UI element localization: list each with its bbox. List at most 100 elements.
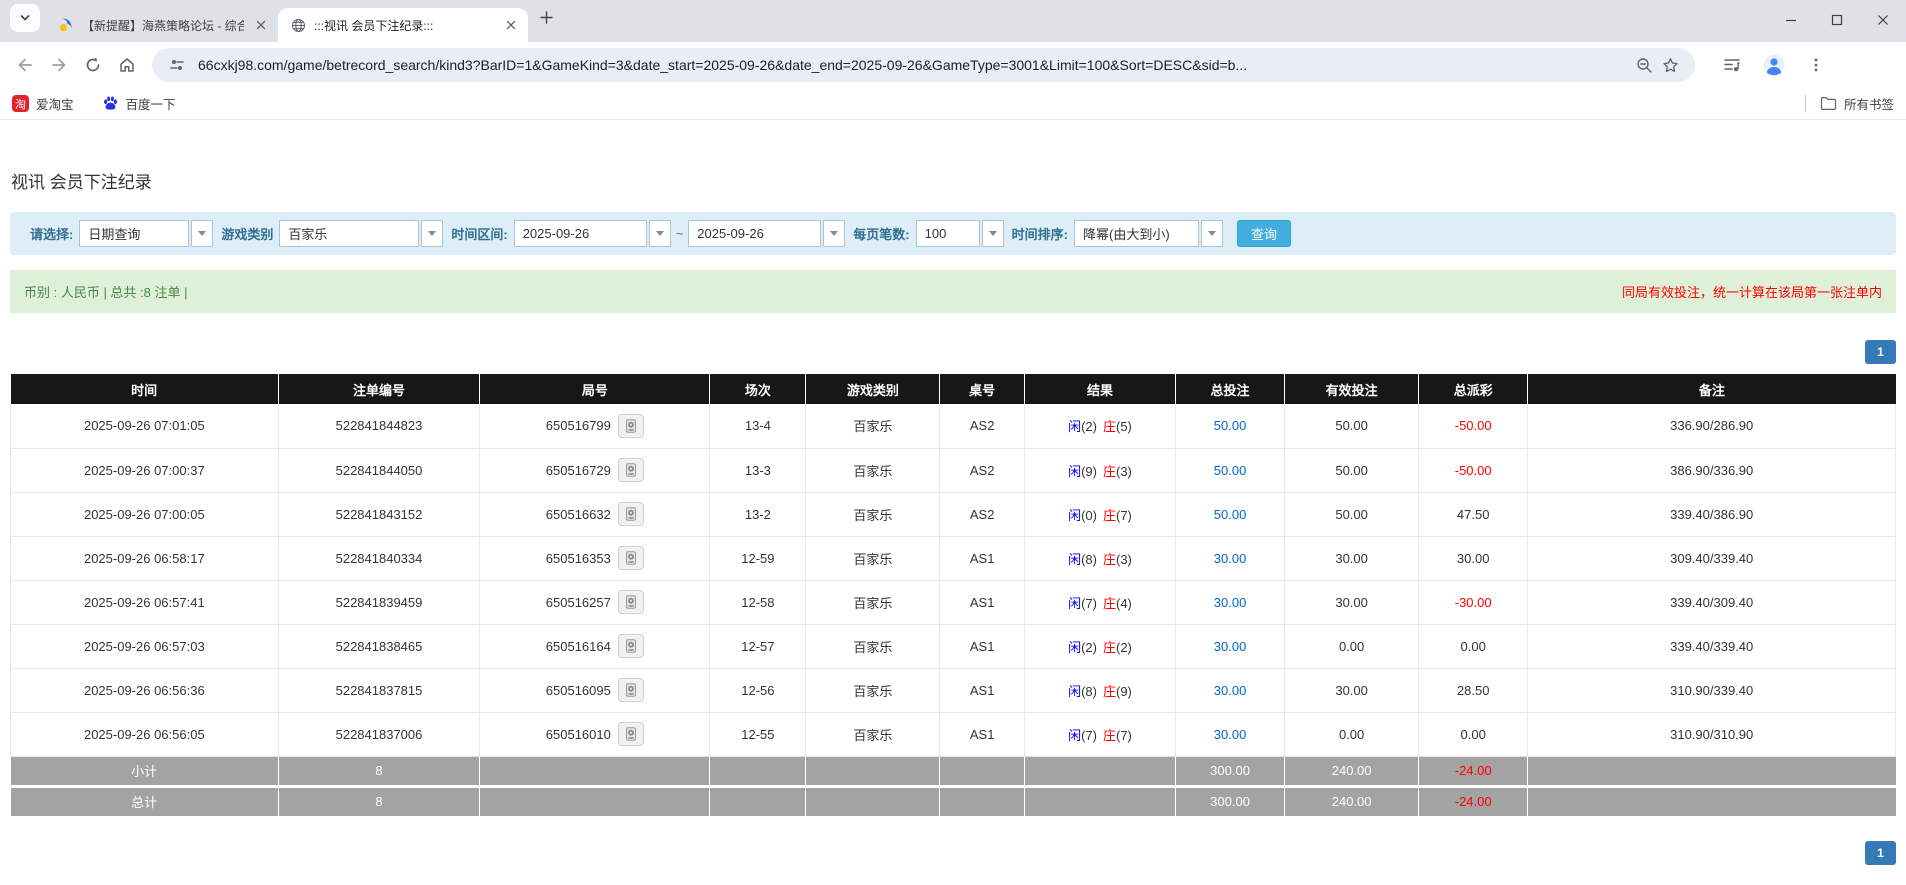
tab-betrecord[interactable]: :::视讯 会员下注纪录:::	[278, 8, 528, 42]
address-bar[interactable]: 66cxkj98.com/game/betrecord_search/kind3…	[152, 48, 1695, 82]
cell-note: 339.40/309.40	[1528, 580, 1896, 624]
cell-valid-bet: 50.00	[1285, 448, 1419, 492]
video-replay-icon[interactable]	[618, 634, 644, 658]
cell-total-bet[interactable]: 50.00	[1175, 492, 1284, 536]
media-controls-icon[interactable]	[1717, 50, 1747, 80]
new-tab-button[interactable]	[532, 4, 560, 32]
table-row: 2025-09-26 07:00:37 522841844050 6505167…	[11, 448, 1896, 492]
site-settings-icon[interactable]	[164, 52, 190, 78]
bookmarks-divider	[1805, 95, 1806, 112]
cell-empty	[480, 756, 710, 786]
cell-session: 12-57	[710, 624, 806, 668]
cell-total-bet[interactable]: 50.00	[1175, 448, 1284, 492]
result-player-points: (7)	[1081, 728, 1097, 743]
tab-forum[interactable]: 【新提醒】海燕策略论坛 - 综合	[46, 8, 278, 42]
cell-result: 闲(7)庄(4)	[1025, 580, 1176, 624]
date-start-arrow[interactable]	[649, 220, 671, 247]
query-type-arrow[interactable]	[191, 220, 213, 247]
cell-valid-bet: 50.00	[1285, 492, 1419, 536]
cell-note: 339.40/386.90	[1528, 492, 1896, 536]
bookmark-star-icon[interactable]	[1657, 52, 1683, 78]
query-type-select[interactable]: 日期查询	[79, 220, 189, 247]
home-button[interactable]	[110, 48, 144, 82]
cell-result: 闲(2)庄(2)	[1025, 624, 1176, 668]
cell-session: 13-4	[710, 404, 806, 448]
cell-round: 650516010	[480, 712, 710, 756]
search-button[interactable]: 查询	[1237, 220, 1291, 247]
total-total-bet: 300.00	[1175, 786, 1284, 816]
subtotal-count: 8	[278, 756, 480, 786]
cell-time: 2025-09-26 06:56:05	[11, 712, 279, 756]
video-replay-icon[interactable]	[618, 678, 644, 702]
cell-total-bet[interactable]: 50.00	[1175, 404, 1284, 448]
zoom-out-icon[interactable]	[1631, 52, 1657, 78]
bookmark-baidu[interactable]: 百度一下	[102, 94, 176, 113]
column-header: 注单编号	[278, 374, 480, 404]
video-replay-icon[interactable]	[618, 414, 644, 438]
result-player-points: (2)	[1081, 419, 1097, 434]
cell-total-bet[interactable]: 30.00	[1175, 668, 1284, 712]
page-1-button[interactable]: 1	[1865, 841, 1896, 865]
cell-round: 650516257	[480, 580, 710, 624]
sort-arrow[interactable]	[1201, 220, 1223, 247]
profile-avatar[interactable]	[1759, 50, 1789, 80]
bookmark-taobao[interactable]: 淘 爱淘宝	[12, 94, 74, 113]
cell-game-type: 百家乐	[806, 624, 940, 668]
cell-game-type: 百家乐	[806, 668, 940, 712]
per-page-select[interactable]: 100	[916, 220, 980, 247]
cell-note: 309.40/339.40	[1528, 536, 1896, 580]
cell-bet-number: 522841838465	[278, 624, 480, 668]
cell-table-number: AS1	[940, 580, 1025, 624]
cell-game-type: 百家乐	[806, 492, 940, 536]
date-start-input[interactable]: 2025-09-26	[514, 220, 647, 247]
dropdown-arrow-icon	[428, 231, 436, 236]
sort-select[interactable]: 降幂(由大到小)	[1074, 220, 1199, 247]
tab-strip: 【新提醒】海燕策略论坛 - 综合 :::视讯 会员下注纪录:::	[0, 0, 1906, 42]
cell-total-bet[interactable]: 30.00	[1175, 536, 1284, 580]
cell-total-bet[interactable]: 30.00	[1175, 712, 1284, 756]
forward-button[interactable]	[42, 48, 76, 82]
video-replay-icon[interactable]	[618, 502, 644, 526]
video-replay-icon[interactable]	[618, 546, 644, 570]
minimize-button[interactable]	[1768, 0, 1814, 40]
reload-button[interactable]	[76, 48, 110, 82]
cell-empty	[940, 756, 1025, 786]
cell-empty	[1528, 786, 1896, 816]
result-banker: 庄	[1103, 728, 1116, 743]
close-window-button[interactable]	[1860, 0, 1906, 40]
total-count: 8	[278, 786, 480, 816]
bookmark-label: 百度一下	[126, 94, 176, 113]
close-tab-icon[interactable]	[252, 16, 270, 34]
url-text[interactable]: 66cxkj98.com/game/betrecord_search/kind3…	[198, 57, 1621, 73]
per-page-label: 每页笔数:	[853, 224, 909, 243]
video-replay-icon[interactable]	[618, 722, 644, 746]
table-row: 2025-09-26 06:56:36 522841837815 6505160…	[11, 668, 1896, 712]
date-end-input[interactable]: 2025-09-26	[688, 220, 821, 247]
game-type-select[interactable]: 百家乐	[279, 220, 419, 247]
result-banker-points: (9)	[1116, 684, 1132, 699]
globe-icon	[290, 17, 306, 33]
back-button[interactable]	[8, 48, 42, 82]
per-page-arrow[interactable]	[982, 220, 1004, 247]
tilde-separator: ~	[676, 226, 684, 241]
round-number: 650516632	[546, 507, 611, 522]
cell-game-type: 百家乐	[806, 712, 940, 756]
all-bookmarks-button[interactable]: 所有书签	[1820, 94, 1894, 113]
page-1-button[interactable]: 1	[1865, 340, 1896, 364]
tab-search-button[interactable]	[10, 4, 40, 32]
result-player-points: (7)	[1081, 596, 1097, 611]
cell-total-bet[interactable]: 30.00	[1175, 624, 1284, 668]
video-replay-icon[interactable]	[618, 590, 644, 614]
tab-title: :::视讯 会员下注纪录:::	[314, 17, 494, 34]
result-banker: 庄	[1103, 552, 1116, 567]
result-player: 闲	[1068, 419, 1081, 434]
cell-total-bet[interactable]: 30.00	[1175, 580, 1284, 624]
close-tab-icon[interactable]	[502, 16, 520, 34]
cell-note: 386.90/336.90	[1528, 448, 1896, 492]
cell-payout: 0.00	[1419, 712, 1528, 756]
date-end-arrow[interactable]	[823, 220, 845, 247]
maximize-button[interactable]	[1814, 0, 1860, 40]
video-replay-icon[interactable]	[618, 458, 644, 482]
menu-dots-icon[interactable]	[1801, 50, 1831, 80]
game-type-arrow[interactable]	[421, 220, 443, 247]
